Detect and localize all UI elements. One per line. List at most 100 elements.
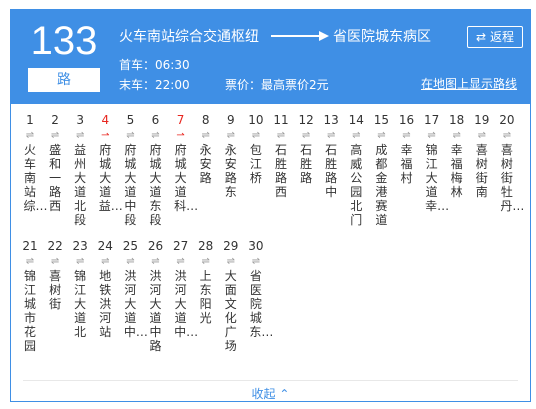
stop-number: 26	[147, 239, 164, 253]
collapse-button[interactable]: 收起 ⌃	[11, 385, 530, 402]
stop-name: 地铁洪河站	[99, 269, 112, 339]
collapse-label: 收起	[251, 387, 276, 401]
route-suffix: 路	[28, 68, 100, 92]
route-header: 133 路 火车南站综合交通枢纽 省医院城东病区 ⇄ 返程 首车：06:30 末…	[11, 10, 530, 104]
stop-name: 喜树街南	[475, 143, 488, 199]
stop-name: 府城大道东段	[149, 143, 162, 227]
bus-stop[interactable]: 16 ⇌ 幸福村	[396, 113, 418, 185]
bidirectional-arrow-icon: ⇌	[377, 130, 386, 141]
stop-name: 上东阳光	[199, 269, 212, 325]
bus-stop[interactable]: 24 ⇌ 地铁洪河站	[94, 239, 116, 339]
divider	[23, 380, 518, 381]
stop-number: 6	[151, 113, 160, 127]
bidirectional-arrow-icon: ⇌	[126, 256, 135, 267]
bidirectional-arrow-icon: ⇌	[301, 130, 311, 141]
bus-stop[interactable]: 11 ⇌ 石胜路西	[270, 113, 292, 199]
bus-stop[interactable]: 7 ⇀ 府城大道科…	[170, 113, 199, 213]
bidirectional-arrow-icon: ⇌	[201, 130, 210, 141]
stop-name: 永安路	[199, 143, 212, 185]
stop-name: 成都金港赛道	[375, 143, 388, 227]
stop-name: 府城大道中段	[124, 143, 137, 227]
bidirectional-arrow-icon: ⇌	[226, 256, 235, 267]
stop-name: 洪河大道中…	[174, 269, 199, 339]
bidirectional-arrow-icon: ⇌	[75, 256, 85, 267]
stop-number: 24	[97, 239, 113, 253]
direction-arrow-icon	[271, 31, 329, 41]
bus-stop[interactable]: 20 ⇌ 喜树街牡丹…	[496, 113, 524, 213]
stop-name: 高威公园北门	[350, 143, 363, 227]
bus-stop[interactable]: 4 ⇀ 府城大道益…	[94, 113, 123, 213]
bus-stop[interactable]: 14 ⇌ 高威公园北门	[345, 113, 367, 227]
bidirectional-arrow-icon: ⇌	[251, 130, 261, 141]
bus-stop[interactable]: 29 ⇌ 大面文化广场	[220, 239, 242, 353]
bidirectional-arrow-icon: ⇌	[326, 130, 336, 141]
stop-name: 喜树街	[49, 269, 62, 311]
bus-stop[interactable]: 30 ⇌ 省医院城东…	[245, 239, 274, 339]
bus-stop[interactable]: 3 ⇌ 益州大道北段	[69, 113, 91, 227]
stop-name: 火车南站综…	[23, 143, 48, 213]
stop-name: 锦江大道北	[74, 269, 87, 339]
first-bus-time: 首车：06:30	[119, 58, 190, 72]
stop-name: 石胜路	[300, 143, 313, 185]
show-route-on-map-link[interactable]: 在地图上显示路线	[421, 76, 517, 92]
bidirectional-arrow-icon: ⇌	[176, 256, 185, 267]
stop-number: 28	[198, 239, 214, 253]
bidirectional-arrow-icon: ⇀	[101, 130, 110, 141]
bus-stop[interactable]: 13 ⇌ 石胜路中	[320, 113, 342, 199]
stop-name: 大面文化广场	[224, 269, 237, 353]
bus-stop[interactable]: 28 ⇌ 上东阳光	[195, 239, 217, 325]
chevron-up-icon: ⌃	[279, 387, 290, 401]
stop-number: 4	[101, 113, 110, 127]
return-trip-button[interactable]: ⇄ 返程	[467, 26, 523, 48]
stop-number: 22	[47, 239, 63, 253]
stop-number: 16	[398, 113, 415, 127]
ticket-price: 票价：最高票价2元	[225, 78, 329, 92]
stop-name: 省医院城东…	[249, 269, 274, 339]
bus-stop[interactable]: 15 ⇌ 成都金港赛道	[370, 113, 392, 227]
bus-stop[interactable]: 8 ⇌ 永安路	[195, 113, 217, 185]
bus-stop[interactable]: 10 ⇌ 包江桥	[245, 113, 267, 185]
stop-number: 2	[51, 113, 59, 127]
stop-name: 石胜路中	[325, 143, 338, 199]
stop-name: 府城大道科…	[174, 143, 199, 213]
stop-number: 17	[423, 113, 440, 127]
bus-stop[interactable]: 18 ⇌ 幸福梅林	[446, 113, 468, 199]
bidirectional-arrow-icon: ⇀	[176, 130, 185, 141]
bus-stop[interactable]: 27 ⇌ 洪河大道中…	[170, 239, 199, 339]
bus-stop[interactable]: 26 ⇌ 洪河大道中路	[145, 239, 167, 353]
stop-number: 18	[449, 113, 465, 127]
stop-number: 20	[499, 113, 515, 127]
bidirectional-arrow-icon: ⇌	[50, 256, 60, 267]
bidirectional-arrow-icon: ⇌	[226, 130, 235, 141]
stop-number: 10	[248, 113, 264, 127]
bus-stop[interactable]: 21 ⇌ 锦江城市花园	[19, 239, 41, 353]
bidirectional-arrow-icon: ⇌	[452, 130, 461, 141]
stop-name: 锦江城市花园	[23, 269, 36, 353]
bus-stop[interactable]: 25 ⇌ 洪河大道中…	[119, 239, 148, 339]
destination-stop: 省医院城东病区	[333, 29, 431, 45]
bidirectional-arrow-icon: ⇌	[101, 256, 110, 267]
stop-name: 包江桥	[249, 143, 262, 185]
bidirectional-arrow-icon: ⇌	[151, 130, 160, 141]
bus-stop[interactable]: 17 ⇌ 锦江大道幸…	[421, 113, 449, 213]
bus-stop[interactable]: 6 ⇌ 府城大道东段	[145, 113, 167, 227]
bus-stop[interactable]: 9 ⇌ 永安路东	[220, 113, 242, 199]
bidirectional-arrow-icon: ⇌	[276, 130, 286, 141]
return-label: 返程	[489, 30, 514, 44]
stop-name: 盛和一路西	[49, 143, 62, 213]
stop-name: 幸福村	[400, 143, 413, 185]
bus-stop[interactable]: 5 ⇌ 府城大道中段	[119, 113, 141, 227]
stop-number: 29	[223, 239, 239, 253]
bus-stop[interactable]: 1 ⇌ 火车南站综…	[19, 113, 48, 213]
stop-name: 石胜路西	[274, 143, 287, 199]
stop-number: 9	[226, 113, 235, 127]
bidirectional-arrow-icon: ⇌	[251, 256, 261, 267]
bus-stop[interactable]: 2 ⇌ 盛和一路西	[44, 113, 66, 213]
bus-stop[interactable]: 12 ⇌ 石胜路	[295, 113, 317, 185]
stop-number: 13	[323, 113, 339, 127]
last-bus-time: 末车：22:00	[119, 78, 190, 92]
bidirectional-arrow-icon: ⇌	[477, 130, 486, 141]
bus-stop[interactable]: 23 ⇌ 锦江大道北	[69, 239, 91, 339]
bus-stop[interactable]: 19 ⇌ 喜树街南	[471, 113, 493, 199]
bus-stop[interactable]: 22 ⇌ 喜树街	[44, 239, 66, 311]
